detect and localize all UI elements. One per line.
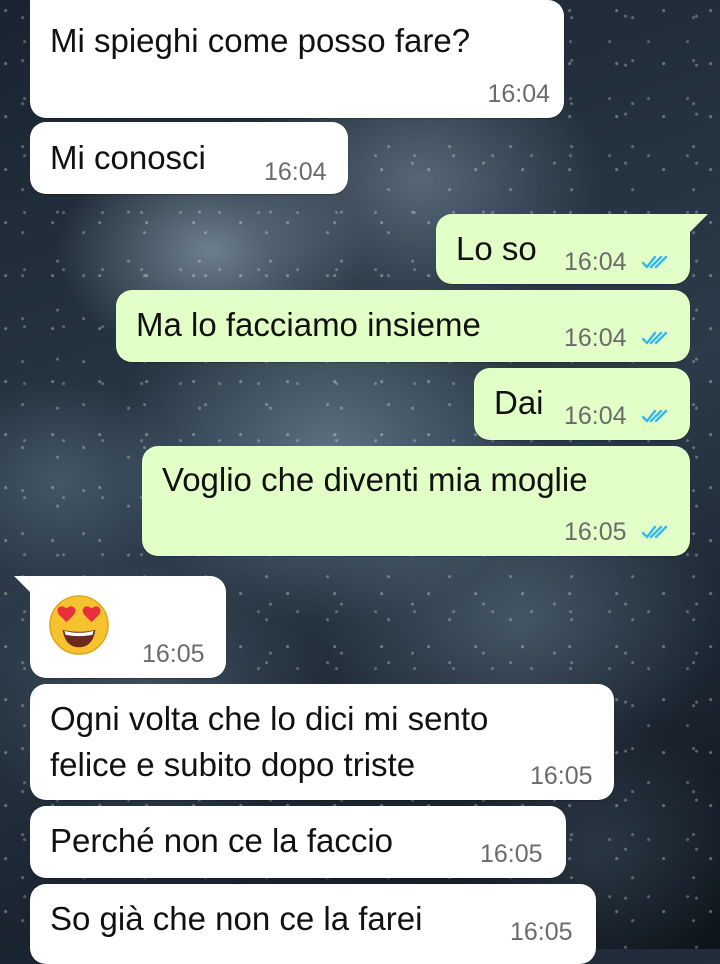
- message-bubble-incoming[interactable]: So già che non ce la farei 16:05: [30, 884, 596, 964]
- message-bubble-outgoing[interactable]: Voglio che diventi mia moglie 16:05: [142, 446, 690, 556]
- message-bubble-outgoing[interactable]: Lo so 16:04: [436, 214, 690, 284]
- message-bubble-incoming[interactable]: Perché non ce la faccio 16:05: [30, 806, 566, 878]
- message-text: Ma lo facciamo insieme: [136, 306, 481, 343]
- message-bubble-incoming[interactable]: 16:05: [30, 576, 226, 678]
- message-time: 16:04: [264, 158, 327, 186]
- message-time: 16:05: [142, 640, 205, 668]
- message-text: So già che non ce la farei: [50, 900, 423, 937]
- message-time: 16:04: [564, 402, 627, 430]
- message-bubble-incoming[interactable]: Mi conosci 16:04: [30, 122, 348, 194]
- message-bubble-outgoing[interactable]: Dai 16:04: [474, 368, 690, 440]
- message-text-line: Ogni volta che lo dici mi sento: [50, 700, 489, 737]
- message-bubble-outgoing[interactable]: Ma lo facciamo insieme 16:04: [116, 290, 690, 362]
- message-time: 16:04: [564, 324, 627, 352]
- message-bubble-incoming[interactable]: Ogni volta che lo dici mi sento felice e…: [30, 684, 614, 800]
- message-text: Voglio che diventi mia moglie: [162, 461, 588, 498]
- message-text: Mi conosci: [50, 139, 206, 176]
- double-check-read-icon: [642, 525, 668, 539]
- message-text: Lo so: [456, 230, 537, 267]
- message-time: 16:04: [564, 248, 627, 276]
- double-check-read-icon: [642, 331, 668, 345]
- message-text: Perché non ce la faccio: [50, 822, 394, 859]
- bubble-tail: [690, 214, 708, 232]
- message-text: Dai: [494, 384, 544, 421]
- message-time: 16:05: [564, 518, 627, 546]
- message-time: 16:04: [487, 80, 550, 108]
- double-check-read-icon: [642, 409, 668, 423]
- double-check-read-icon: [642, 255, 668, 269]
- message-time: 16:05: [510, 918, 573, 946]
- message-time: 16:05: [530, 762, 593, 790]
- message-time: 16:05: [480, 840, 543, 868]
- message-text: Mi spieghi come posso fare?: [50, 22, 471, 59]
- message-text-line: felice e subito dopo triste: [50, 746, 416, 783]
- message-bubble-incoming[interactable]: Mi spieghi come posso fare? 16:04: [30, 0, 564, 118]
- heart-eyes-emoji-icon: [49, 595, 109, 655]
